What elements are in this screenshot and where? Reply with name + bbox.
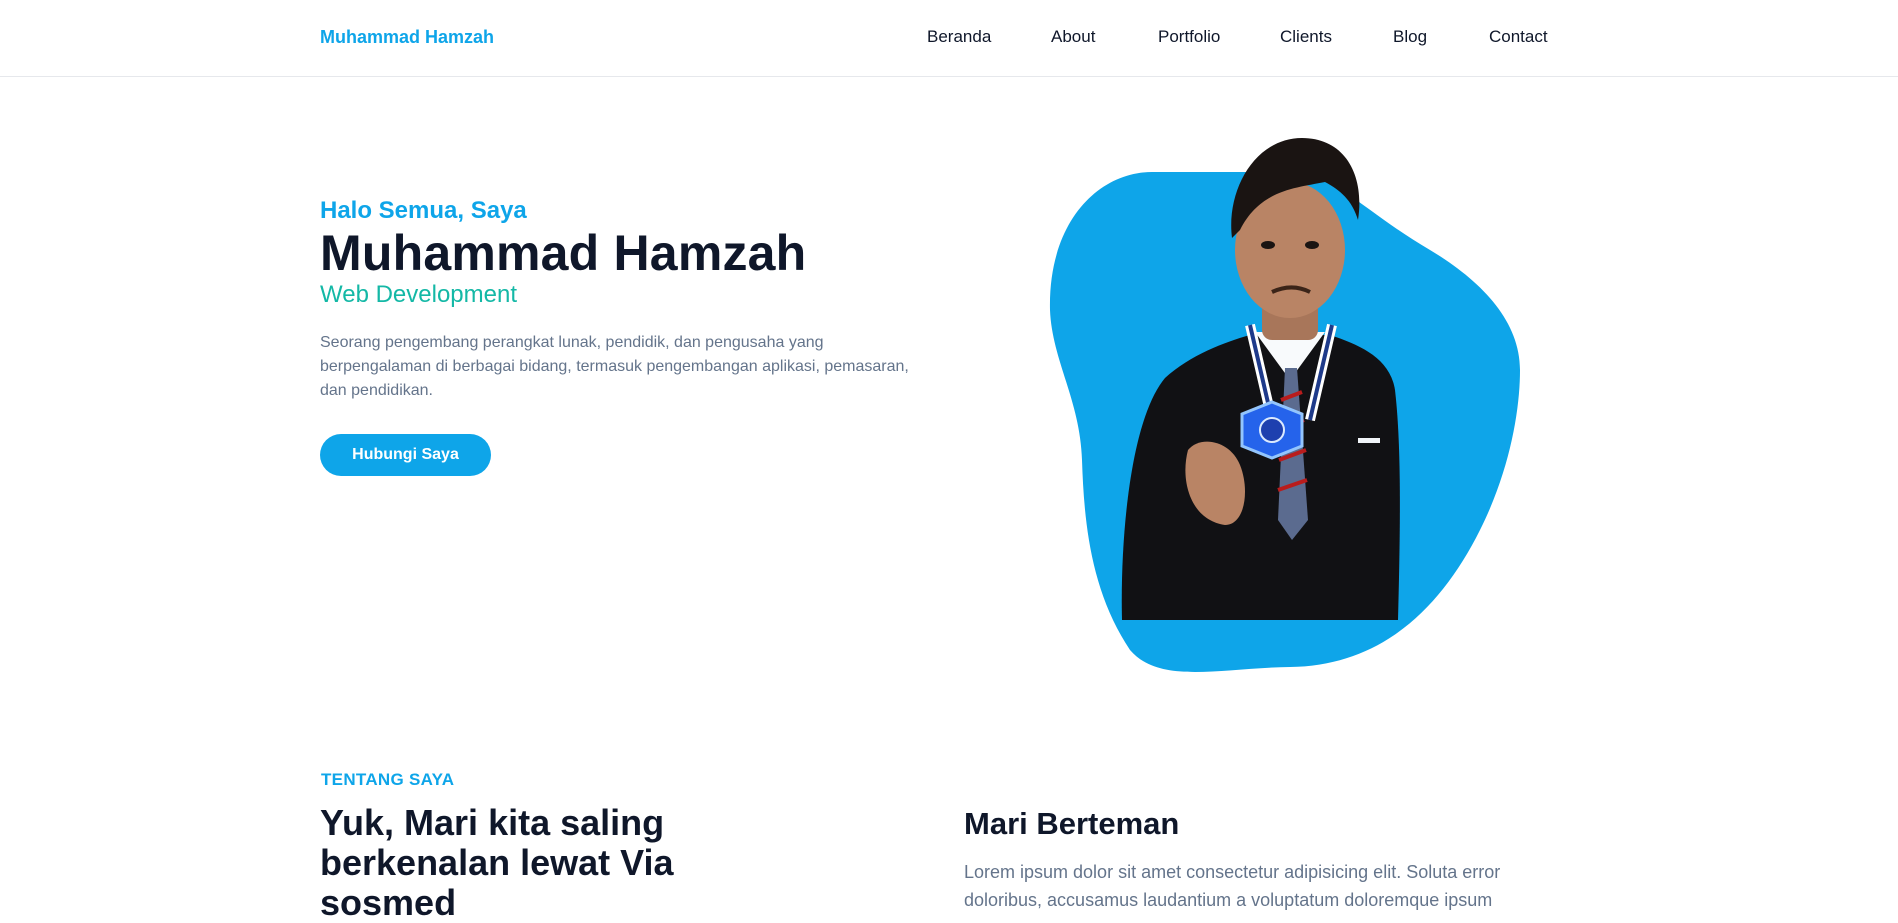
nav-link-about[interactable]: About <box>1051 27 1095 47</box>
site-header: Muhammad Hamzah Beranda About Portfolio … <box>0 0 1898 77</box>
hero-name: Muhammad Hamzah <box>320 225 807 281</box>
hero-description: Seorang pengembang perangkat lunak, pend… <box>320 334 909 399</box>
contact-me-button[interactable]: Hubungi Saya <box>320 434 491 476</box>
nav-link-contact[interactable]: Contact <box>1489 27 1548 47</box>
hero-greeting: Halo Semua, Saya <box>320 197 527 224</box>
about-eyebrow: TENTANG SAYA <box>321 770 455 789</box>
nav-link-blog[interactable]: Blog <box>1393 27 1427 47</box>
about-title: Yuk, Mari kita saling berkenalan lewat V… <box>320 802 674 923</box>
nav-link-portfolio[interactable]: Portfolio <box>1158 27 1220 47</box>
friends-title: Mari Berteman <box>964 806 1180 841</box>
nav-link-clients[interactable]: Clients <box>1280 27 1332 47</box>
friends-text: Lorem ipsum dolor sit amet consectetur a… <box>964 862 1501 910</box>
main-nav: Beranda About Portfolio Clients Blog Con… <box>0 27 1898 49</box>
profile-photo <box>1049 138 1520 672</box>
nav-link-beranda[interactable]: Beranda <box>927 27 991 47</box>
hero-role: Web Development <box>320 281 517 308</box>
